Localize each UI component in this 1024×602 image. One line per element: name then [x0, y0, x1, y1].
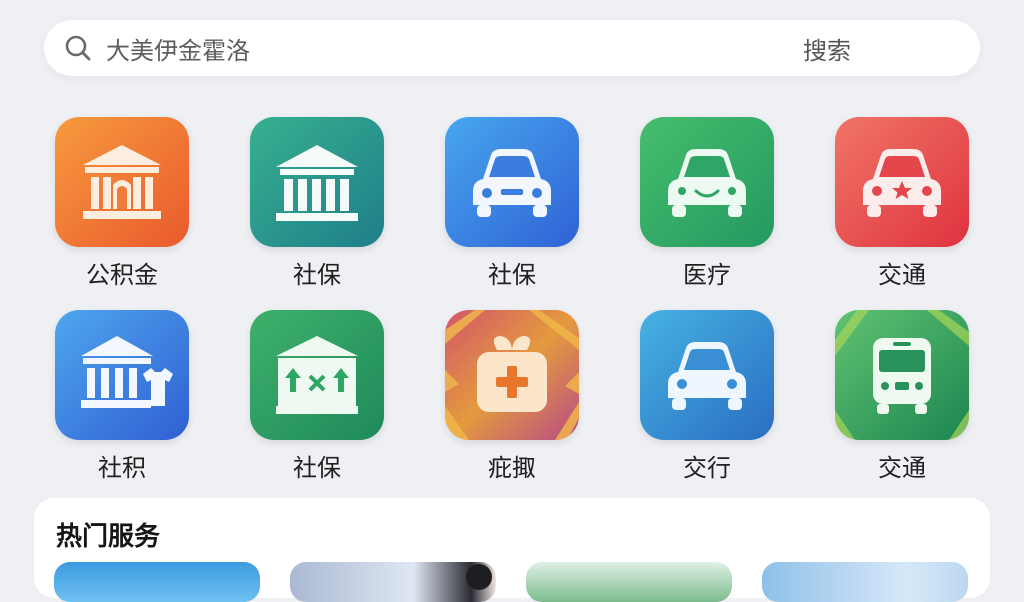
- service-label: 交通: [878, 261, 926, 289]
- service-shebao[interactable]: 社保: [235, 117, 395, 297]
- bus-icon: [835, 310, 969, 440]
- hot-service-card-landscape[interactable]: [526, 562, 732, 602]
- service-sheji[interactable]: 社积: [40, 310, 200, 490]
- police-car-icon: [835, 117, 969, 247]
- service-label: 社积: [98, 454, 146, 482]
- search-icon: [65, 35, 91, 61]
- service-jiaoxing[interactable]: 交行: [625, 310, 785, 490]
- hot-services-panel: 热门服务: [34, 498, 990, 602]
- service-tile: [250, 117, 384, 247]
- smiling-car-icon: [640, 117, 774, 247]
- hot-service-card-blue[interactable]: [54, 562, 260, 602]
- service-label: 公积金: [86, 261, 158, 289]
- service-tile: [640, 310, 774, 440]
- service-label: 社保: [488, 261, 536, 289]
- hot-services-title: 热门服务: [56, 522, 161, 552]
- service-gift[interactable]: 疪掫: [430, 310, 590, 490]
- service-tile: [835, 310, 969, 440]
- building-with-arrows-icon: [250, 310, 384, 440]
- service-label: 交通: [878, 454, 926, 482]
- person-avatar: [466, 564, 492, 590]
- gift-plus-icon: [445, 310, 579, 440]
- service-label: 疪掫: [488, 454, 536, 482]
- service-gongjijin[interactable]: 公积金: [40, 117, 200, 297]
- service-label: 社保: [293, 454, 341, 482]
- government-building-icon: [55, 117, 189, 247]
- service-jiaotong[interactable]: 交通: [820, 117, 980, 297]
- building-with-shirt-icon: [55, 310, 189, 440]
- service-label: 交行: [683, 454, 731, 482]
- service-shebao-car[interactable]: 社保: [430, 117, 590, 297]
- service-label: 社保: [293, 261, 341, 289]
- service-jiaotong-bus[interactable]: 交通: [820, 310, 980, 490]
- search-input[interactable]: [106, 30, 666, 66]
- search-bar: 搜索: [44, 20, 980, 76]
- car-icon: [640, 310, 774, 440]
- service-tile: [55, 310, 189, 440]
- service-tile: [835, 117, 969, 247]
- hot-service-card-person[interactable]: [290, 562, 496, 602]
- service-label: 医疗: [683, 261, 731, 289]
- service-shebao-2[interactable]: 社保: [235, 310, 395, 490]
- service-tile: [445, 310, 579, 440]
- government-building-icon: [250, 117, 384, 247]
- service-tile: [445, 117, 579, 247]
- service-yiliao[interactable]: 医疗: [625, 117, 785, 297]
- service-tile: [640, 117, 774, 247]
- service-tile: [250, 310, 384, 440]
- car-icon: [445, 117, 579, 247]
- hot-service-card-sky[interactable]: [762, 562, 968, 602]
- search-button[interactable]: 搜索: [784, 30, 870, 66]
- service-tile: [55, 117, 189, 247]
